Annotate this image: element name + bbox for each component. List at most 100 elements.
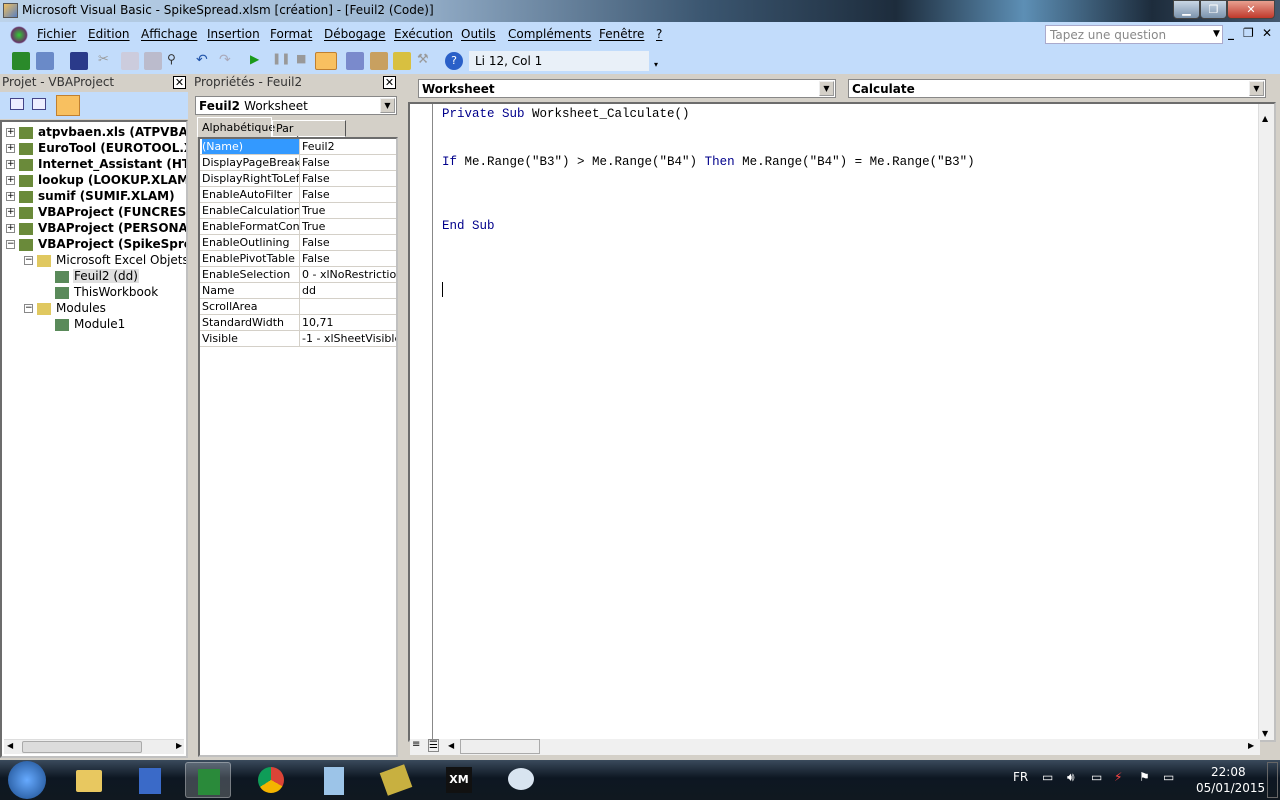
toolbar-options-icon[interactable]: ▾ [654, 60, 658, 69]
save-icon[interactable] [70, 52, 88, 70]
property-row[interactable]: EnableAutoFilter False [200, 187, 396, 203]
property-value[interactable]: Feuil2 [302, 139, 396, 154]
tab-alphabetique[interactable]: Alphabétique [197, 117, 275, 137]
excel-icon[interactable] [12, 52, 30, 70]
property-value[interactable]: True [302, 203, 396, 218]
collapse-icon[interactable]: − [24, 304, 33, 313]
scroll-thumb[interactable] [460, 739, 540, 754]
scroll-left-icon[interactable]: ◀ [7, 741, 13, 750]
object-selector[interactable]: Feuil2 Worksheet ▼ [195, 96, 397, 115]
tree-item[interactable]: Feuil2 (dd) [42, 268, 139, 284]
copy-icon[interactable] [121, 52, 139, 70]
start-button[interactable] [8, 761, 46, 799]
help-icon[interactable]: ? [445, 52, 463, 70]
redo-icon[interactable]: ↷ [219, 52, 237, 70]
property-value[interactable]: 10,71 [302, 315, 396, 330]
expand-icon[interactable]: + [6, 192, 15, 201]
property-row[interactable]: ScrollArea [200, 299, 396, 315]
property-row[interactable]: EnableFormatConditionsCalculationTrue [200, 219, 396, 235]
volume-icon[interactable]: 🔊︎ [1067, 770, 1075, 785]
mdi-minimize-button[interactable]: _ [1228, 26, 1234, 40]
clock-date[interactable]: 05/01/2015 [1196, 781, 1265, 795]
project-hscrollbar[interactable]: ◀ ▶ [4, 739, 184, 754]
display-icon[interactable]: ▭ [1163, 770, 1174, 784]
chevron-down-icon[interactable]: ▼ [1249, 81, 1264, 96]
tree-item[interactable]: − Modules [24, 300, 107, 316]
restore-button[interactable]: ❐ [1200, 0, 1227, 19]
tree-item[interactable]: + atpvbaen.xls (ATPVBAEN.XLAM) [6, 124, 186, 140]
menu-format[interactable]: Format [270, 27, 312, 41]
toggle-folders-icon[interactable] [56, 95, 80, 116]
menu-execution[interactable]: Exécution [394, 27, 453, 41]
minimize-button[interactable]: ▁ [1173, 0, 1200, 19]
properties-icon[interactable] [370, 52, 388, 70]
property-row[interactable]: Visible -1 - xlSheetVisible [200, 331, 396, 347]
expand-icon[interactable]: + [6, 176, 15, 185]
break-icon[interactable]: ❚❚ [272, 52, 290, 70]
property-value[interactable] [302, 299, 396, 314]
menu-affichage[interactable]: Affichage [141, 27, 197, 41]
scroll-right-icon[interactable]: ▶ [1248, 741, 1254, 750]
taskbar-xm[interactable]: XM [436, 762, 482, 798]
menu-insertion[interactable]: Insertion [207, 27, 260, 41]
tree-item[interactable]: + sumif (SUMIF.XLAM) [6, 188, 176, 204]
tree-item[interactable]: + VBAProject (FUNCRES.XLAM) [6, 204, 186, 220]
tree-item[interactable]: + Internet_Assistant (HTML.XLAM) [6, 156, 186, 172]
scroll-left-icon[interactable]: ◀ [448, 741, 454, 750]
language-indicator[interactable]: FR [1013, 770, 1028, 784]
properties-close-button[interactable]: ✕ [383, 76, 396, 89]
chevron-down-icon[interactable]: ▼ [819, 81, 834, 96]
property-row[interactable]: Name dd [200, 283, 396, 299]
taskbar-explorer[interactable] [66, 762, 112, 798]
taskbar-chrome[interactable] [248, 762, 294, 798]
full-module-view-icon[interactable]: ☰ [428, 739, 439, 752]
collapse-icon[interactable]: − [24, 256, 33, 265]
menu-edition[interactable]: Edition [88, 27, 130, 41]
find-icon[interactable]: ⚲ [167, 52, 185, 70]
tree-item[interactable]: − Microsoft Excel Objets [24, 252, 186, 268]
menu-fenetre[interactable]: Fenêtre [599, 27, 644, 41]
procedure-dropdown[interactable]: Calculate ▼ [848, 79, 1266, 98]
scroll-down-icon[interactable]: ▼ [1262, 729, 1268, 738]
property-row[interactable]: EnableSelection0 - xlNoRestrictions [200, 267, 396, 283]
action-center-icon[interactable]: ▭ [1042, 770, 1053, 784]
taskbar-calculator[interactable] [310, 762, 356, 798]
taskbar-winrar[interactable] [373, 762, 419, 798]
undo-icon[interactable]: ↶ [196, 52, 214, 70]
property-value[interactable]: False [302, 251, 396, 266]
close-button[interactable]: ✕ [1227, 0, 1275, 19]
object-dropdown[interactable]: Worksheet ▼ [418, 79, 836, 98]
expand-icon[interactable]: + [6, 160, 15, 169]
expand-icon[interactable]: + [6, 208, 15, 217]
property-row[interactable]: EnableCalculation True [200, 203, 396, 219]
expand-icon[interactable]: + [6, 128, 15, 137]
collapse-icon[interactable]: − [6, 240, 15, 249]
insert-userform-icon[interactable] [36, 52, 54, 70]
property-row[interactable]: EnableOutlining False [200, 235, 396, 251]
mdi-restore-button[interactable]: ❐ [1243, 26, 1254, 40]
question-input[interactable]: Tapez une question [1045, 25, 1223, 44]
clock-time[interactable]: 22:08 [1211, 765, 1246, 779]
menu-complements[interactable]: Compléments [508, 27, 591, 41]
menu-outils[interactable]: Outils [461, 27, 496, 41]
expand-icon[interactable]: + [6, 224, 15, 233]
code-hscrollbar[interactable]: ≡ ☰ ◀ ▶ [410, 739, 1260, 755]
menu-debogage[interactable]: Débogage [324, 27, 386, 41]
run-icon[interactable]: ▶ [250, 52, 268, 70]
property-row[interactable]: DisplayPageBreaks False [200, 155, 396, 171]
property-row[interactable]: (Name) Feuil2 [200, 139, 396, 155]
view-object-icon[interactable] [32, 98, 46, 110]
taskbar-paint[interactable] [498, 762, 544, 798]
toolbox-icon[interactable]: ⚒ [417, 52, 435, 70]
property-value[interactable]: 0 - xlNoRestrictions [302, 267, 396, 282]
property-value[interactable]: True [302, 219, 396, 234]
tree-item[interactable]: + VBAProject (PERSONAL.XLSB) [6, 220, 186, 236]
scroll-thumb[interactable] [22, 741, 142, 753]
property-row[interactable]: DisplayRightToLeft False [200, 171, 396, 187]
tree-item[interactable]: ThisWorkbook [42, 284, 159, 300]
chevron-down-icon[interactable]: ▼ [380, 98, 395, 113]
show-desktop-button[interactable] [1267, 762, 1278, 798]
cut-icon[interactable]: ✂ [98, 52, 116, 70]
project-explorer-icon[interactable] [346, 52, 364, 70]
mdi-close-button[interactable]: ✕ [1262, 26, 1272, 40]
